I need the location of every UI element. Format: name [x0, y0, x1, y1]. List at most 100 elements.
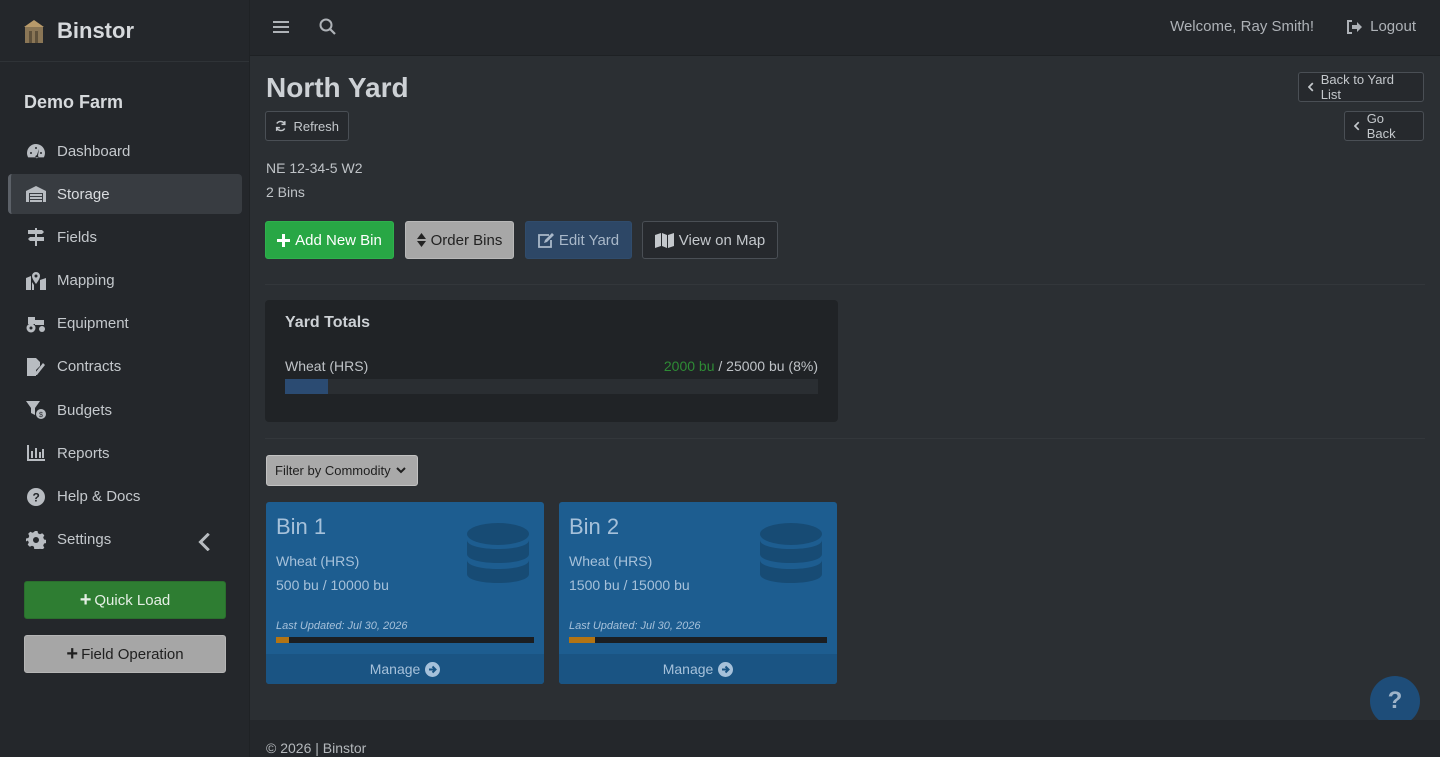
logout-link[interactable]: Logout	[1346, 18, 1416, 35]
tachometer-icon	[27, 144, 45, 159]
add-new-bin-button[interactable]: Add New Bin	[265, 221, 394, 259]
sidebar-item-dashboard[interactable]: Dashboard	[8, 131, 242, 171]
search-icon[interactable]	[319, 18, 336, 35]
yard-totals-card: Yard Totals Wheat (HRS) 2000 bu / 25000 …	[265, 300, 838, 422]
bin-manage-link[interactable]: Manage	[559, 654, 837, 684]
sidebar-item-equipment[interactable]: Equipment	[8, 304, 242, 344]
sidebar-nav: Dashboard Storage Fields Mapping Equipme…	[8, 131, 242, 563]
tractor-icon	[26, 316, 45, 333]
sidebar-item-label: Contracts	[57, 358, 122, 376]
sidebar-item-fields[interactable]: Fields	[8, 217, 242, 257]
refresh-icon	[275, 120, 286, 132]
budget-icon: $	[26, 401, 46, 420]
bin-commodity: Wheat (HRS)	[569, 553, 653, 569]
field-operation-label: Field Operation	[81, 645, 184, 663]
yard-totals-progress-fill	[285, 379, 328, 394]
yard-location: NE 12-34-5 W2	[266, 160, 363, 176]
view-on-map-button[interactable]: View on Map	[642, 221, 778, 259]
edit-yard-button[interactable]: Edit Yard	[525, 221, 632, 259]
sidebar-item-label: Dashboard	[57, 142, 131, 160]
sidebar-item-settings[interactable]: Settings	[8, 520, 242, 560]
footer-text: © 2026 | Binstor	[266, 740, 367, 756]
view-on-map-label: View on Map	[678, 231, 766, 249]
bin-manage-link[interactable]: Manage	[266, 654, 544, 684]
sidebar-item-label: Mapping	[57, 272, 115, 290]
sidebar-item-label: Equipment	[57, 315, 129, 333]
sign-out-icon	[1347, 19, 1363, 34]
divider	[265, 284, 1425, 285]
logout-label: Logout	[1370, 18, 1416, 35]
sidebar-item-label: Help & Docs	[57, 488, 141, 505]
chevron-left-icon	[1354, 121, 1360, 131]
sidebar-item-help-docs[interactable]: ? Help & Docs	[8, 477, 242, 517]
back-to-yard-list-button[interactable]: Back to Yard List	[1298, 72, 1424, 102]
go-back-button[interactable]: Go Back	[1344, 111, 1424, 141]
bin-progress-fill	[569, 637, 595, 643]
quick-load-button[interactable]: + Quick Load	[24, 581, 226, 619]
yard-totals-capacity: / 25000 bu (8%)	[718, 358, 818, 374]
edit-icon	[537, 232, 554, 248]
chevron-left-icon	[198, 532, 210, 551]
yard-totals-current: 2000 bu	[663, 358, 715, 374]
footer: © 2026 | Binstor	[250, 720, 1440, 757]
back-to-yard-list-label: Back to Yard List	[1320, 72, 1394, 102]
help-fab-button[interactable]: ?	[1370, 676, 1420, 726]
sidebar-item-reports[interactable]: Reports	[8, 433, 242, 473]
farm-name: Demo Farm	[24, 92, 124, 112]
bin-progress-bar	[276, 637, 534, 643]
sidebar-item-budgets[interactable]: $ Budgets	[8, 390, 242, 430]
filter-by-commodity-dropdown[interactable]: Filter by Commodity	[266, 455, 418, 486]
manage-label: Manage	[662, 661, 714, 677]
bin-last-updated: Last Updated: Jul 30, 2026	[569, 620, 701, 632]
yard-totals-commodity: Wheat (HRS)	[285, 358, 369, 374]
chevron-down-icon	[395, 467, 406, 474]
order-bins-button[interactable]: Order Bins	[405, 221, 514, 259]
yard-totals-progress-bar	[285, 379, 818, 394]
bin-progress-fill	[276, 637, 289, 643]
manage-label: Manage	[369, 661, 421, 677]
sidebar-item-label: Settings	[57, 531, 112, 549]
arrow-circle-right-icon	[718, 661, 734, 677]
sidebar-item-label: Reports	[57, 444, 110, 462]
warehouse-icon	[26, 186, 46, 203]
plus-icon	[277, 233, 291, 247]
yard-totals-title: Yard Totals	[285, 314, 371, 331]
edit-yard-label: Edit Yard	[558, 231, 620, 249]
brand[interactable]: Binstor	[0, 0, 249, 62]
refresh-label: Refresh	[293, 118, 339, 134]
main-content: North Yard Refresh Back to Yard List Go …	[250, 56, 1440, 726]
filter-label: Filter by Commodity	[275, 463, 391, 478]
svg-text:$: $	[39, 412, 43, 419]
sidebar-item-label: Fields	[57, 228, 98, 246]
add-new-bin-label: Add New Bin	[295, 231, 382, 249]
bin-amount: 1500 bu / 15000 bu	[569, 577, 690, 593]
field-operation-button[interactable]: + Field Operation	[24, 635, 226, 673]
sidebar: Binstor Demo Farm Dashboard Storage Fiel…	[0, 0, 250, 757]
order-bins-label: Order Bins	[430, 231, 503, 249]
topbar: Welcome, Ray Smith! Logout	[250, 0, 1440, 56]
bin-name: Bin 1	[276, 514, 327, 539]
refresh-button[interactable]: Refresh	[265, 111, 349, 141]
bin-amount: 500 bu / 10000 bu	[276, 577, 389, 593]
sidebar-item-label: Budgets	[57, 401, 113, 419]
bin-card[interactable]: Bin 2 Wheat (HRS) 1500 bu / 15000 bu Las…	[559, 502, 837, 684]
go-back-label: Go Back	[1366, 111, 1396, 141]
svg-text:?: ?	[33, 490, 40, 504]
sidebar-item-storage[interactable]: Storage	[8, 174, 242, 215]
arrow-circle-right-icon	[425, 661, 441, 677]
question-circle-icon: ?	[27, 487, 45, 506]
bin-card[interactable]: Bin 1 Wheat (HRS) 500 bu / 10000 bu Last…	[266, 502, 544, 684]
file-signature-icon	[27, 357, 45, 376]
sidebar-item-label: Storage	[57, 185, 110, 203]
plus-icon: +	[79, 589, 92, 611]
sidebar-item-mapping[interactable]: Mapping	[8, 261, 242, 301]
yard-totals-values: 2000 bu / 25000 bu (8%)	[664, 358, 818, 374]
silo-logo-icon	[24, 19, 44, 43]
map-marker-icon	[26, 271, 46, 290]
hamburger-menu-icon[interactable]	[273, 19, 289, 35]
sort-icon	[416, 233, 426, 247]
bin-count: 2 Bins	[266, 184, 305, 200]
sidebar-item-contracts[interactable]: Contracts	[8, 347, 242, 387]
chevron-left-icon	[1308, 82, 1314, 92]
map-icon	[654, 232, 674, 248]
